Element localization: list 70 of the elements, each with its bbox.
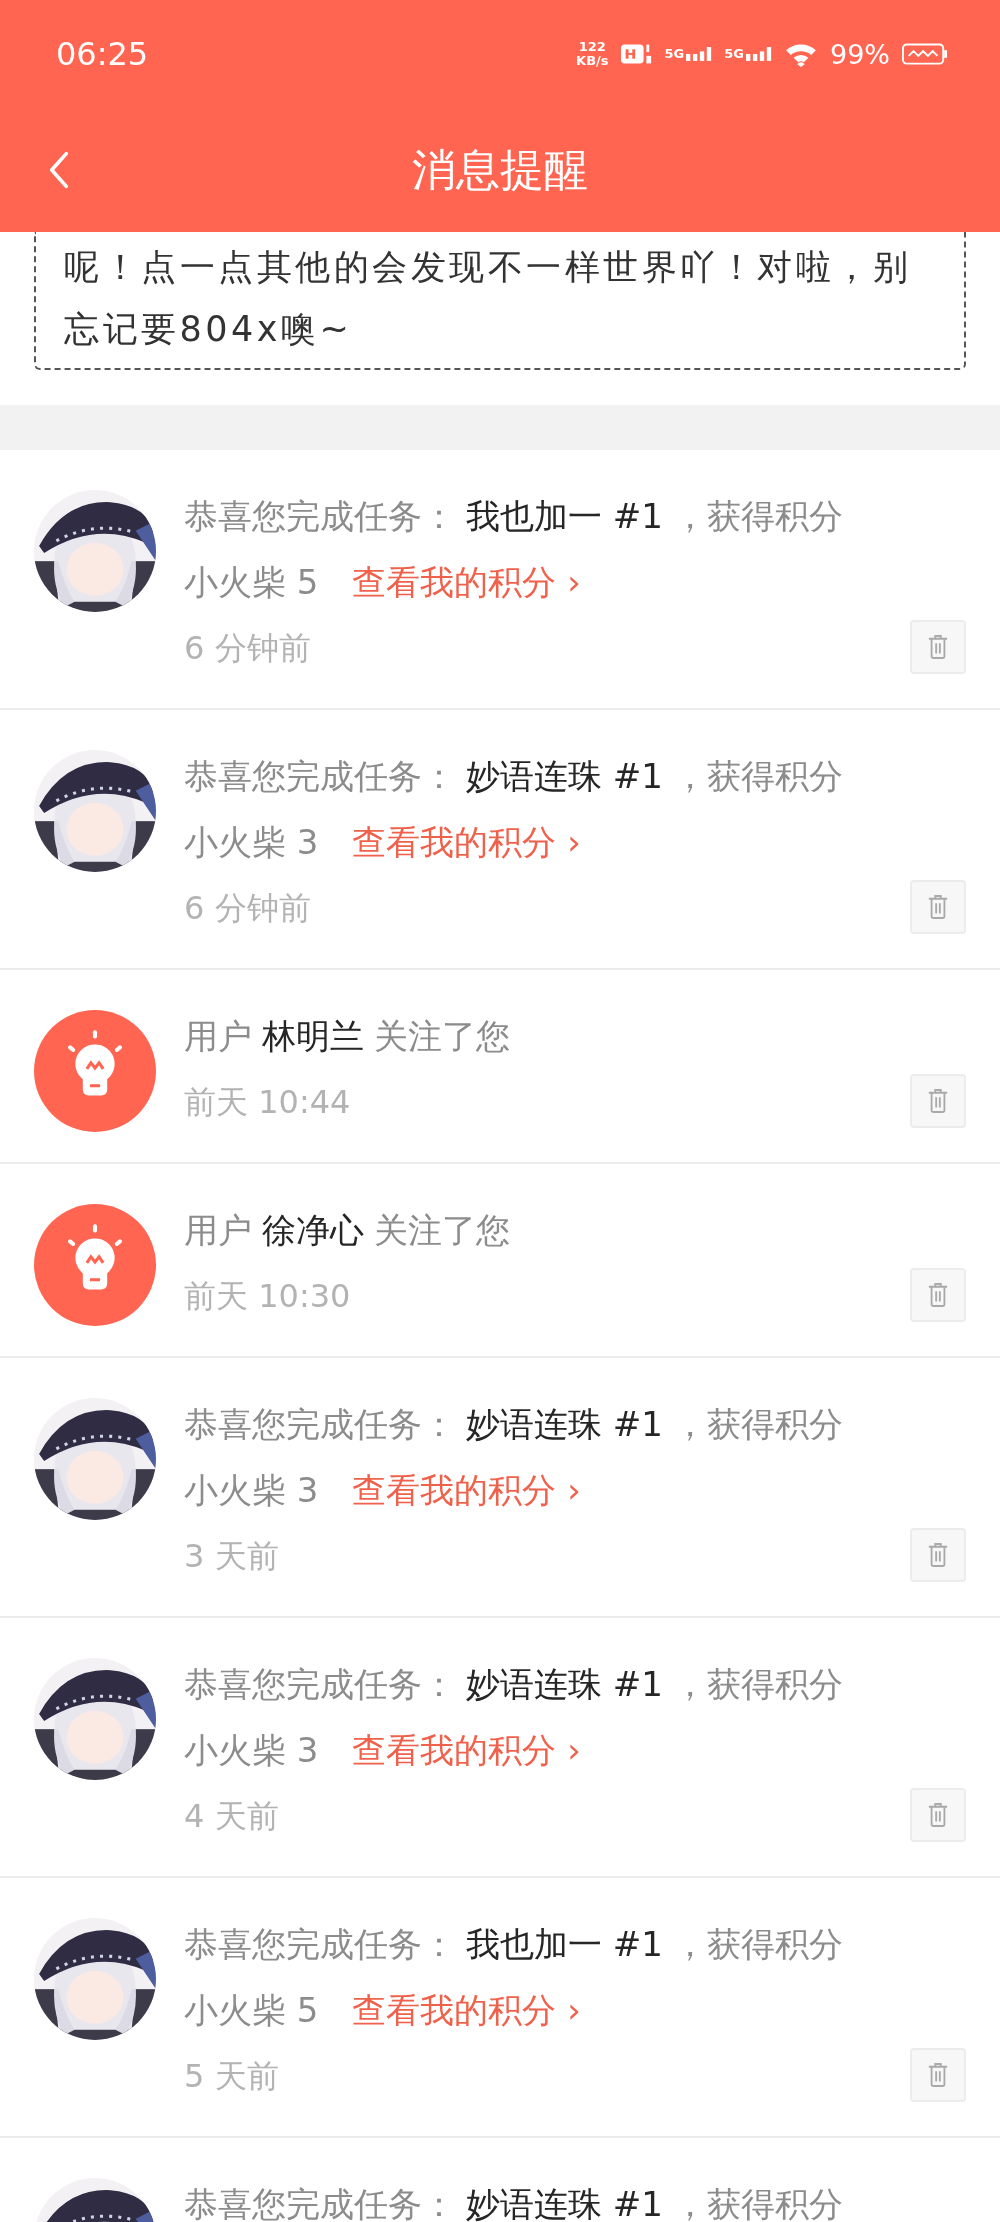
trash-icon [927, 2062, 949, 2088]
battery-percent: 99% [830, 38, 890, 70]
network-label: 5G [724, 47, 744, 61]
lightbulb-icon [34, 1204, 156, 1326]
task-name: 妙语连珠 #1 [466, 1403, 663, 1446]
message-time: 3 天前 [184, 1536, 279, 1577]
user-name: 林明兰 [262, 1015, 364, 1058]
trash-icon [927, 1802, 949, 1828]
delete-button[interactable] [910, 1268, 966, 1322]
view-points-link[interactable]: 查看我的积分 › [352, 560, 581, 606]
message-time: 4 天前 [184, 1796, 279, 1837]
message-intro: 恭喜您完成任务： [184, 495, 456, 538]
page-title: 消息提醒 [412, 142, 588, 197]
task-name: 妙语连珠 #1 [466, 1663, 663, 1706]
view-points-link[interactable]: 查看我的积分 › [352, 1728, 581, 1774]
trash-icon [927, 1282, 949, 1308]
task-name: 妙语连珠 #1 [466, 2183, 663, 2222]
message-time: 6 分钟前 [184, 628, 311, 669]
message-time: 前天 10:30 [184, 1276, 351, 1317]
view-points-link[interactable]: 查看我的积分 › [352, 1468, 581, 1514]
reward-label: ，获得积分 [672, 495, 843, 538]
message-intro: 恭喜您完成任务： [184, 1403, 456, 1446]
reward-amount: 小火柴 3 [184, 821, 319, 864]
message-intro: 恭喜您完成任务： [184, 1663, 456, 1706]
message-intro: 恭喜您完成任务： [184, 755, 456, 798]
message-time: 前天 10:44 [184, 1082, 351, 1123]
reward-label: ，获得积分 [672, 1663, 843, 1706]
follow-action: 关注了您 [374, 1209, 510, 1252]
view-points-link[interactable]: 查看我的积分 › [352, 1988, 581, 2034]
follow-action: 关注了您 [374, 1015, 510, 1058]
notice-text: 呢！点一点其他的会发现不一样世界吖！对啦，别忘记要804x噢~ [64, 246, 912, 351]
delete-button[interactable] [910, 1074, 966, 1128]
net-speed-value: 122 [578, 40, 606, 54]
signal-icon [686, 47, 713, 61]
trash-icon [927, 894, 949, 920]
task-name: 我也加一 #1 [466, 1923, 663, 1966]
message-intro: 恭喜您完成任务： [184, 1923, 456, 1966]
delete-button[interactable] [910, 880, 966, 934]
status-time: 06:25 [56, 35, 149, 73]
delete-button[interactable] [910, 2048, 966, 2102]
net-speed-unit: KB/s [576, 54, 609, 68]
back-icon[interactable] [48, 150, 70, 190]
user-name: 徐净心 [262, 1209, 364, 1252]
reward-label: ，获得积分 [672, 1403, 843, 1446]
task-name: 我也加一 #1 [466, 495, 663, 538]
reward-label: ，获得积分 [672, 2183, 843, 2222]
message-time: 5 天前 [184, 2056, 279, 2097]
delete-button[interactable] [910, 1528, 966, 1582]
delete-button[interactable] [910, 1788, 966, 1842]
signal-icon [746, 47, 772, 61]
task-name: 妙语连珠 #1 [466, 755, 663, 798]
trash-icon [927, 634, 949, 660]
view-points-link[interactable]: 查看我的积分 › [352, 820, 581, 866]
hd-icon [620, 42, 653, 66]
reward-label: ，获得积分 [672, 1923, 843, 1966]
battery-icon [902, 43, 948, 65]
reward-amount: 小火柴 5 [184, 1989, 319, 2032]
message-prefix: 用户 [184, 1209, 252, 1252]
delete-button[interactable] [910, 620, 966, 674]
reward-amount: 小火柴 3 [184, 1729, 319, 1772]
network-label: 5G [664, 47, 685, 61]
lightbulb-icon [34, 1010, 156, 1132]
reward-amount: 小火柴 5 [184, 561, 319, 604]
message-prefix: 用户 [184, 1015, 252, 1058]
reward-amount: 小火柴 3 [184, 1469, 319, 1512]
reward-label: ，获得积分 [672, 755, 843, 798]
message-intro: 恭喜您完成任务： [184, 2183, 456, 2222]
trash-icon [927, 1088, 949, 1114]
message-time: 6 分钟前 [184, 888, 311, 929]
trash-icon [927, 1542, 949, 1568]
